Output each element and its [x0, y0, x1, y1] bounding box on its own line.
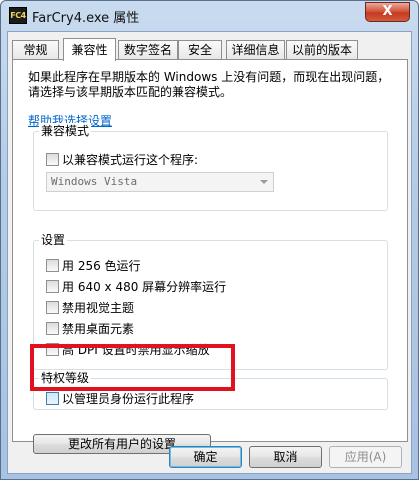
description-text: 如果此程序在早期版本的 Windows 上没有问题，而现在出现问题，请选择与该早… [28, 70, 390, 99]
compat-mode-checkbox[interactable]: 以兼容模式运行这个程序: [46, 152, 198, 168]
tab-digital-signatures[interactable]: 数字签名 [118, 40, 178, 60]
cancel-button[interactable]: 取消 [249, 446, 322, 468]
setting-disable-desktop-composition-checkbox[interactable]: 禁用桌面元素 [46, 321, 134, 337]
properties-window: FC4 FarCry4.exe 属性 X 常规 兼容性 数字签名 安全 详细信息… [0, 0, 419, 480]
tab-previous-versions[interactable]: 以前的版本 [286, 40, 358, 60]
setting-disable-visual-themes-checkbox[interactable]: 禁用视觉主题 [46, 300, 134, 316]
tab-security[interactable]: 安全 [178, 40, 222, 60]
window-title: FarCry4.exe 属性 [32, 11, 140, 26]
checkbox-icon [46, 153, 59, 166]
apply-button[interactable]: 应用(A) [329, 446, 402, 468]
privilege-level-label: 特权等级 [39, 370, 92, 386]
setting-label: 高 DPI 设置时禁用显示缩放 [62, 343, 210, 357]
setting-640x480-checkbox[interactable]: 用 640 x 480 屏幕分辨率运行 [46, 279, 226, 295]
setting-label: 用 256 色运行 [62, 259, 141, 273]
chevron-down-icon [260, 180, 268, 184]
tab-general[interactable]: 常规 [12, 40, 59, 60]
tab-compatibility[interactable]: 兼容性 [63, 38, 116, 61]
os-version-dropdown[interactable]: Windows Vista [46, 172, 274, 192]
app-icon: FC4 [9, 7, 27, 24]
checkbox-icon [46, 280, 59, 293]
setting-label: 用 640 x 480 屏幕分辨率运行 [62, 280, 227, 294]
title-bar[interactable]: FC4 FarCry4.exe 属性 X [1, 1, 418, 31]
run-as-admin-checkbox[interactable]: 以管理员身份运行此程序 [46, 391, 194, 407]
setting-label: 禁用视觉主题 [62, 301, 135, 315]
setting-disable-dpi-scaling-checkbox[interactable]: 高 DPI 设置时禁用显示缩放 [46, 342, 210, 358]
checkbox-icon [46, 259, 59, 272]
checkbox-icon [46, 343, 59, 356]
close-button[interactable]: X [365, 2, 410, 22]
setting-256-colors-checkbox[interactable]: 用 256 色运行 [46, 258, 141, 274]
checkbox-icon [46, 301, 59, 314]
compat-mode-label: 兼容模式 [39, 123, 92, 139]
settings-group: 设置 用 256 色运行 用 640 x 480 屏幕分辨率运行 禁用视觉主题 … [33, 232, 388, 370]
setting-label: 禁用桌面元素 [62, 322, 135, 336]
dialog-client: 常规 兼容性 数字签名 安全 详细信息 以前的版本 如果此程序在早期版本的 Wi… [7, 31, 412, 474]
compat-mode-group: 兼容模式 以兼容模式运行这个程序: Windows Vista [33, 123, 388, 211]
tab-details[interactable]: 详细信息 [226, 40, 285, 60]
ok-button[interactable]: 确定 [169, 446, 242, 468]
privilege-level-group: 特权等级 以管理员身份运行此程序 [33, 370, 388, 410]
settings-label: 设置 [39, 232, 68, 248]
run-as-admin-label: 以管理员身份运行此程序 [62, 392, 195, 406]
compat-mode-checkbox-label: 以兼容模式运行这个程序: [62, 153, 199, 167]
os-version-value: Windows Vista [51, 175, 138, 188]
checkbox-icon [46, 392, 59, 405]
checkbox-icon [46, 322, 59, 335]
compatibility-panel: 如果此程序在早期版本的 Windows 上没有问题，而现在出现问题，请选择与该早… [12, 59, 408, 454]
